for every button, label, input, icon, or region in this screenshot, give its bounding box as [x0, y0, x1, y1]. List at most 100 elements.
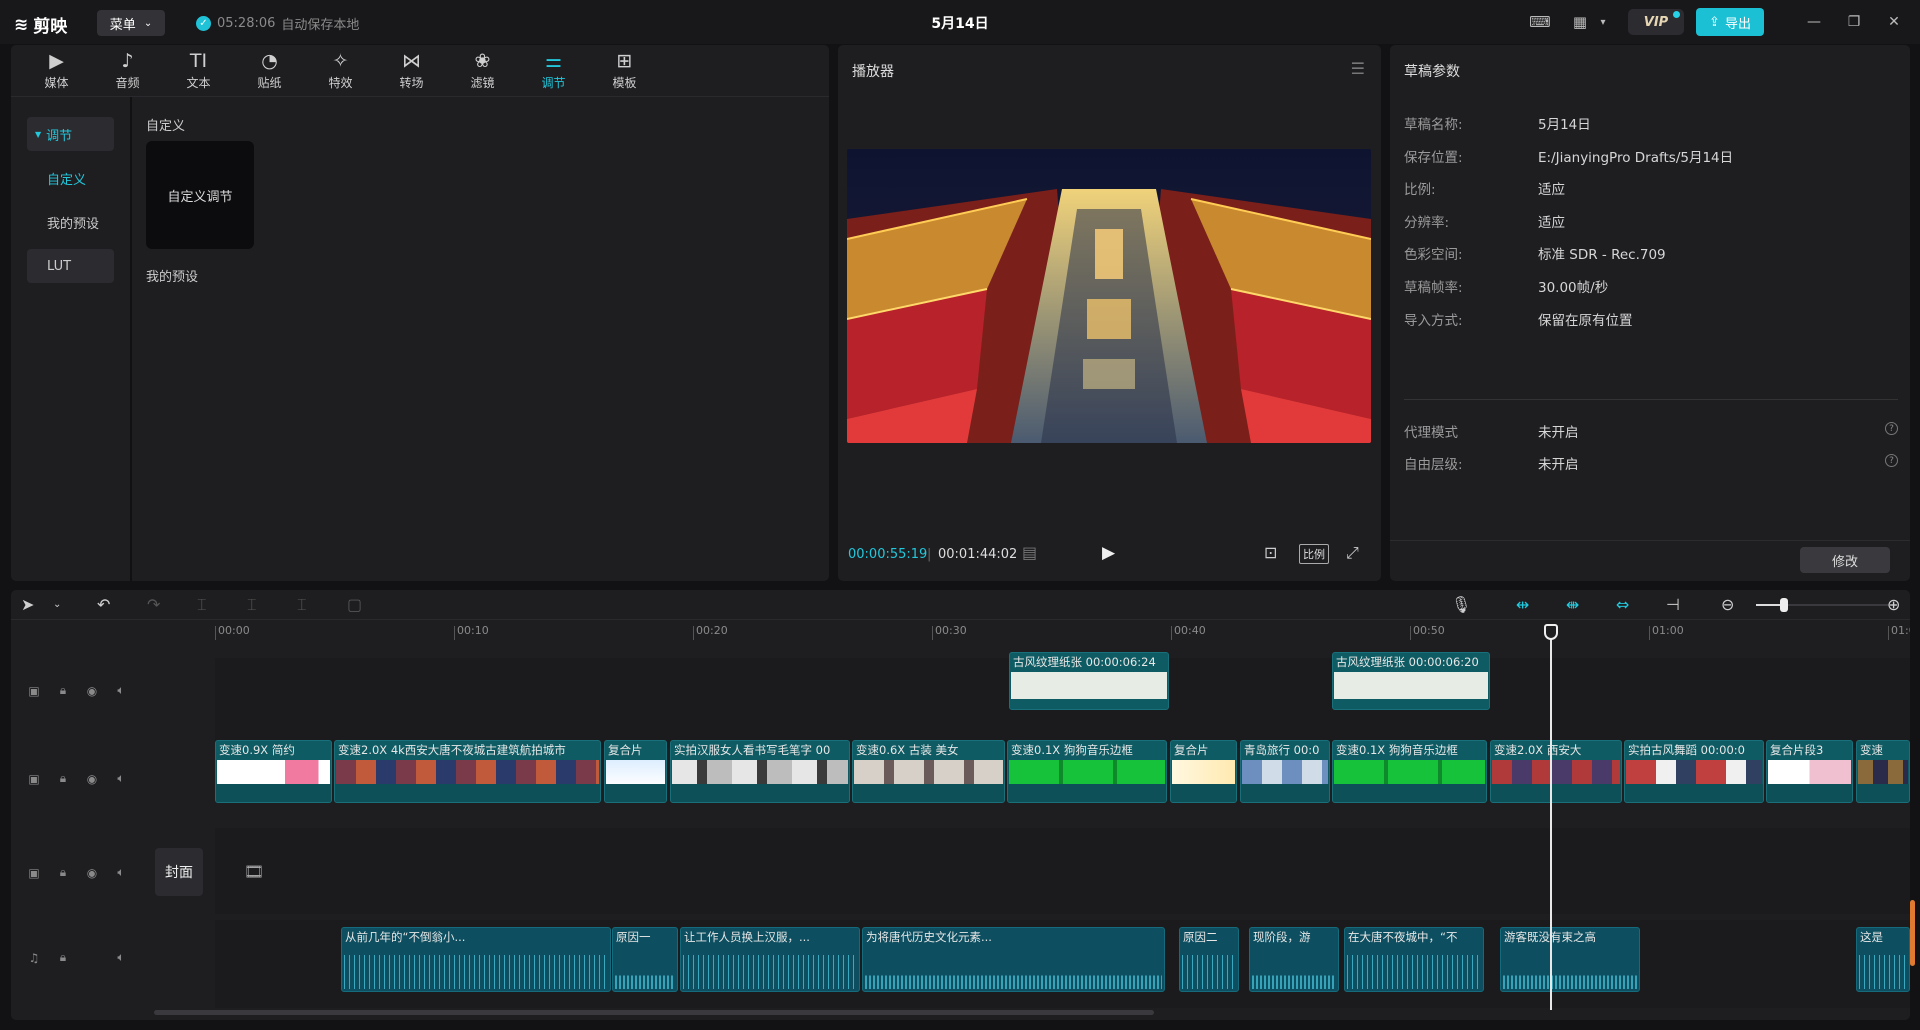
video-clip[interactable]: 变速: [1856, 740, 1910, 803]
tool-audio[interactable]: ♪ 音频: [92, 45, 163, 97]
audio-clip[interactable]: 在大唐不夜城中，“不: [1344, 927, 1484, 992]
eye-icon[interactable]: ◉: [83, 772, 101, 786]
split-right-icon[interactable]: ⌶: [297, 595, 307, 615]
split-icon[interactable]: ⌶: [197, 595, 207, 615]
video-clip[interactable]: 复合片: [1170, 740, 1237, 803]
lock-icon[interactable]: 🔒︎: [54, 865, 72, 880]
zoom-slider[interactable]: [1756, 598, 1896, 612]
help-icon[interactable]: ?: [1885, 454, 1898, 467]
eye-icon[interactable]: ◉: [83, 866, 101, 880]
tool-sticker[interactable]: ◔ 贴纸: [234, 45, 305, 97]
tool-filter[interactable]: ❀ 滤镜: [447, 45, 518, 97]
main-track-magnet-icon[interactable]: ⇹: [1516, 595, 1529, 614]
playhead-handle[interactable]: [1544, 624, 1558, 640]
audio-clip[interactable]: 从前几年的“不倒翁小...: [341, 927, 611, 992]
clip-label: 实拍古风舞蹈 00:00:0: [1628, 743, 1745, 757]
audio-clip[interactable]: 这是: [1856, 927, 1910, 992]
sidebar-item-lut[interactable]: LUT: [27, 249, 114, 283]
video-clip[interactable]: 变速2.0X 4k西安大唐不夜城古建筑航拍城市: [334, 740, 601, 803]
video-clip[interactable]: 复合片: [604, 740, 667, 803]
delete-icon[interactable]: ▢: [347, 595, 362, 614]
auto-snap-icon[interactable]: ⇼: [1566, 595, 1579, 614]
linkage-icon[interactable]: ⇔: [1616, 595, 1629, 614]
texture-clip[interactable]: 古风纹理纸张 00:00:06:20: [1332, 652, 1490, 710]
select-cursor-icon[interactable]: ➤: [21, 595, 34, 614]
close-icon[interactable]: ✕: [1874, 0, 1914, 44]
video-clip[interactable]: 实拍古风舞蹈 00:00:0: [1624, 740, 1764, 803]
sidebar-item-adjust[interactable]: ▼ 调节: [27, 117, 114, 151]
texture-clip[interactable]: 古风纹理纸张 00:00:06:24: [1009, 652, 1169, 710]
time-ruler[interactable]: 00:00 00:10 00:20 00:30 00:40 00:50 01:00 01:0: [215, 620, 1910, 642]
speaker-icon[interactable]: 🔈︎: [112, 865, 130, 880]
video-clip[interactable]: 变速0.6X 古装 美女: [852, 740, 1005, 803]
sidebar-item-my-presets[interactable]: 我的预设: [27, 205, 114, 239]
tool-effects[interactable]: ✧ 特效: [305, 45, 376, 97]
lock-icon[interactable]: 🔒︎: [54, 771, 72, 786]
audio-waveform: [1503, 955, 1637, 989]
speaker-icon[interactable]: 🔈︎: [112, 771, 130, 786]
zoom-in-icon[interactable]: ⊕: [1887, 595, 1900, 614]
speaker-icon[interactable]: 🔈︎: [112, 950, 130, 965]
video-clip[interactable]: 实拍汉服女人看书写毛笔字 00: [670, 740, 850, 803]
ratio-button[interactable]: 比例: [1299, 544, 1329, 564]
video-clip[interactable]: 复合片段3: [1766, 740, 1853, 803]
video-clip[interactable]: 青岛旅行 00:0: [1240, 740, 1330, 803]
vertical-scrollbar[interactable]: [1910, 900, 1915, 966]
audio-waveform: [1252, 955, 1336, 989]
minimize-icon[interactable]: —: [1794, 0, 1834, 44]
lock-icon[interactable]: 🔒︎: [54, 950, 72, 965]
play-icon[interactable]: ▶: [1102, 543, 1115, 563]
speaker-icon[interactable]: 🔈︎: [112, 683, 130, 698]
export-button[interactable]: ⇪ 导出: [1696, 8, 1764, 36]
audio-clip[interactable]: 让工作人员换上汉服，...: [680, 927, 860, 992]
tool-adjust[interactable]: ⚌ 调节: [518, 45, 589, 97]
eye-icon[interactable]: ◉: [83, 684, 101, 698]
tool-text[interactable]: TI 文本: [163, 45, 234, 97]
sidebar-item-custom[interactable]: 自定义: [27, 161, 114, 195]
playhead-line[interactable]: [1550, 626, 1552, 1010]
check-icon: ✓: [196, 16, 211, 31]
horizontal-scrollbar[interactable]: [154, 1010, 1154, 1015]
tool-media[interactable]: ▶ 媒体: [21, 45, 92, 97]
video-preview[interactable]: [847, 149, 1371, 443]
video-clip[interactable]: 变速0.9X 简约: [215, 740, 332, 803]
vip-button[interactable]: VIP: [1628, 9, 1684, 35]
lock-icon[interactable]: 🔒︎: [54, 683, 72, 698]
video-clip[interactable]: 变速2.0X 西安大: [1490, 740, 1622, 803]
restore-icon[interactable]: ❐: [1834, 0, 1874, 44]
zoom-out-icon[interactable]: ⊖: [1721, 595, 1734, 614]
zoom-knob[interactable]: [1780, 598, 1788, 612]
custom-adjust-card[interactable]: 自定义调节: [146, 141, 254, 249]
clip-thumbnail: [1858, 760, 1908, 787]
audio-clip[interactable]: 原因二: [1179, 927, 1239, 992]
timeline-grid-icon[interactable]: ▤: [1022, 543, 1037, 562]
cover-button[interactable]: 封面: [155, 848, 203, 896]
video-clip[interactable]: 变速0.1X 狗狗音乐边框: [1332, 740, 1487, 803]
film-icon[interactable]: 🎞︎: [244, 862, 264, 881]
layout-icon[interactable]: ▦: [1564, 8, 1596, 36]
menu-button[interactable]: 菜单 ⌄: [97, 10, 165, 36]
modify-button[interactable]: 修改: [1800, 547, 1890, 573]
chevron-down-icon[interactable]: ⌄: [53, 599, 61, 610]
video-clip[interactable]: 变速0.1X 狗狗音乐边框: [1007, 740, 1167, 803]
audio-clip[interactable]: 游客既没有束之高: [1500, 927, 1640, 992]
redo-icon[interactable]: ↷: [147, 595, 160, 614]
audio-clip[interactable]: 为将唐代历史文化元素...: [862, 927, 1165, 992]
clip-thumbnail: [1009, 760, 1165, 787]
split-left-icon[interactable]: ⌶: [247, 595, 257, 615]
audio-clip[interactable]: 原因一: [612, 927, 678, 992]
clip-audio-strip: [671, 784, 849, 802]
help-icon[interactable]: ?: [1885, 422, 1898, 435]
notification-dot: [1673, 11, 1680, 18]
chevron-down-icon[interactable]: ▾: [1596, 8, 1610, 36]
undo-icon[interactable]: ↶: [97, 595, 110, 614]
microphone-icon[interactable]: 🎙: [1451, 595, 1471, 614]
tool-transition[interactable]: ⋈ 转场: [376, 45, 447, 97]
shortcut-icon[interactable]: ⌨: [1524, 8, 1556, 36]
fit-screen-icon[interactable]: ⊡: [1264, 543, 1277, 562]
hamburger-menu-icon[interactable]: ☰: [1351, 59, 1365, 78]
audio-clip[interactable]: 现阶段，游: [1249, 927, 1339, 992]
preview-axis-icon[interactable]: ⊣: [1666, 595, 1680, 614]
tool-template[interactable]: ⊞ 模板: [589, 45, 660, 97]
fullscreen-icon[interactable]: ⤢: [1346, 543, 1359, 563]
